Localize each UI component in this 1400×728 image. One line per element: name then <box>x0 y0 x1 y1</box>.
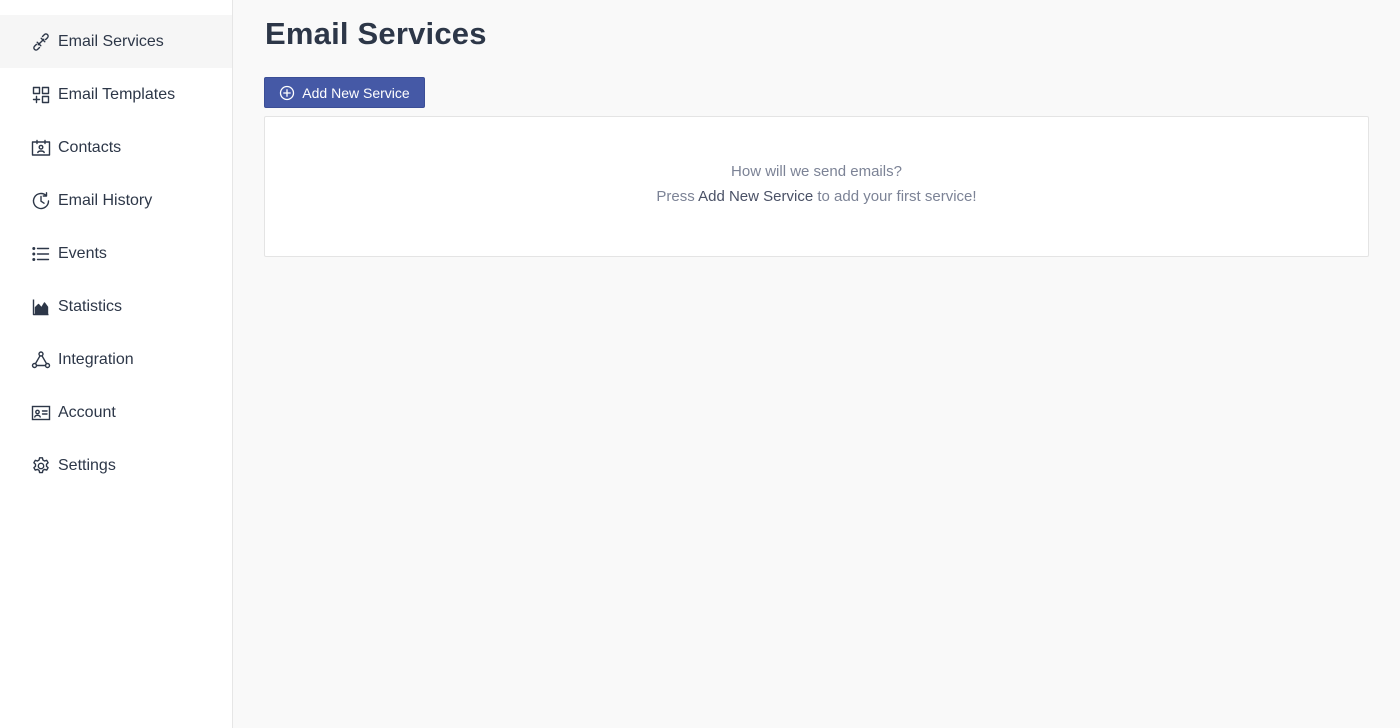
area-chart-icon <box>30 296 51 317</box>
sidebar-item-settings[interactable]: Settings <box>0 439 232 492</box>
sidebar-item-label: Settings <box>58 456 116 474</box>
empty-state-instruction: Press Add New Service to add your first … <box>265 188 1368 205</box>
add-new-service-button[interactable]: Add New Service <box>264 77 425 108</box>
gear-icon <box>30 455 51 476</box>
sidebar-item-events[interactable]: Events <box>0 227 232 280</box>
sidebar-item-integration[interactable]: Integration <box>0 333 232 386</box>
empty-state-prefix: Press <box>656 188 699 205</box>
page-title: Email Services <box>265 16 487 51</box>
sidebar-item-label: Account <box>58 403 116 421</box>
id-card-icon <box>30 402 51 423</box>
sidebar-item-statistics[interactable]: Statistics <box>0 280 232 333</box>
sidebar-item-label: Email History <box>58 191 153 209</box>
plus-circle-icon <box>279 85 295 101</box>
link-icon <box>30 31 51 52</box>
sidebar: Email Services Email Templates Contacts … <box>0 0 233 728</box>
sidebar-item-label: Contacts <box>58 138 122 156</box>
empty-state-card: How will we send emails? Press Add New S… <box>264 116 1369 257</box>
sidebar-item-email-services[interactable]: Email Services <box>0 15 232 68</box>
templates-icon <box>30 84 51 105</box>
sidebar-item-account[interactable]: Account <box>0 386 232 439</box>
sidebar-nav: Email Services Email Templates Contacts … <box>0 0 232 492</box>
integration-icon <box>30 349 51 370</box>
add-new-service-label: Add New Service <box>302 84 410 101</box>
sidebar-item-label: Integration <box>58 350 134 368</box>
sidebar-item-email-history[interactable]: Email History <box>0 174 232 227</box>
list-icon <box>30 243 51 264</box>
sidebar-item-email-templates[interactable]: Email Templates <box>0 68 232 121</box>
empty-state-question: How will we send emails? <box>731 163 902 180</box>
empty-state-suffix: to add your first service! <box>813 188 977 205</box>
sidebar-item-contacts[interactable]: Contacts <box>0 121 232 174</box>
sidebar-item-label: Email Services <box>58 32 164 50</box>
empty-state-emphasis: Add New Service <box>698 188 814 205</box>
sidebar-item-label: Events <box>58 244 107 262</box>
contacts-icon <box>30 137 51 158</box>
sidebar-item-label: Statistics <box>58 297 123 315</box>
sidebar-item-label: Email Templates <box>58 85 176 103</box>
main-content: Email Services Add New Service How will … <box>234 0 1400 728</box>
history-icon <box>30 190 51 211</box>
